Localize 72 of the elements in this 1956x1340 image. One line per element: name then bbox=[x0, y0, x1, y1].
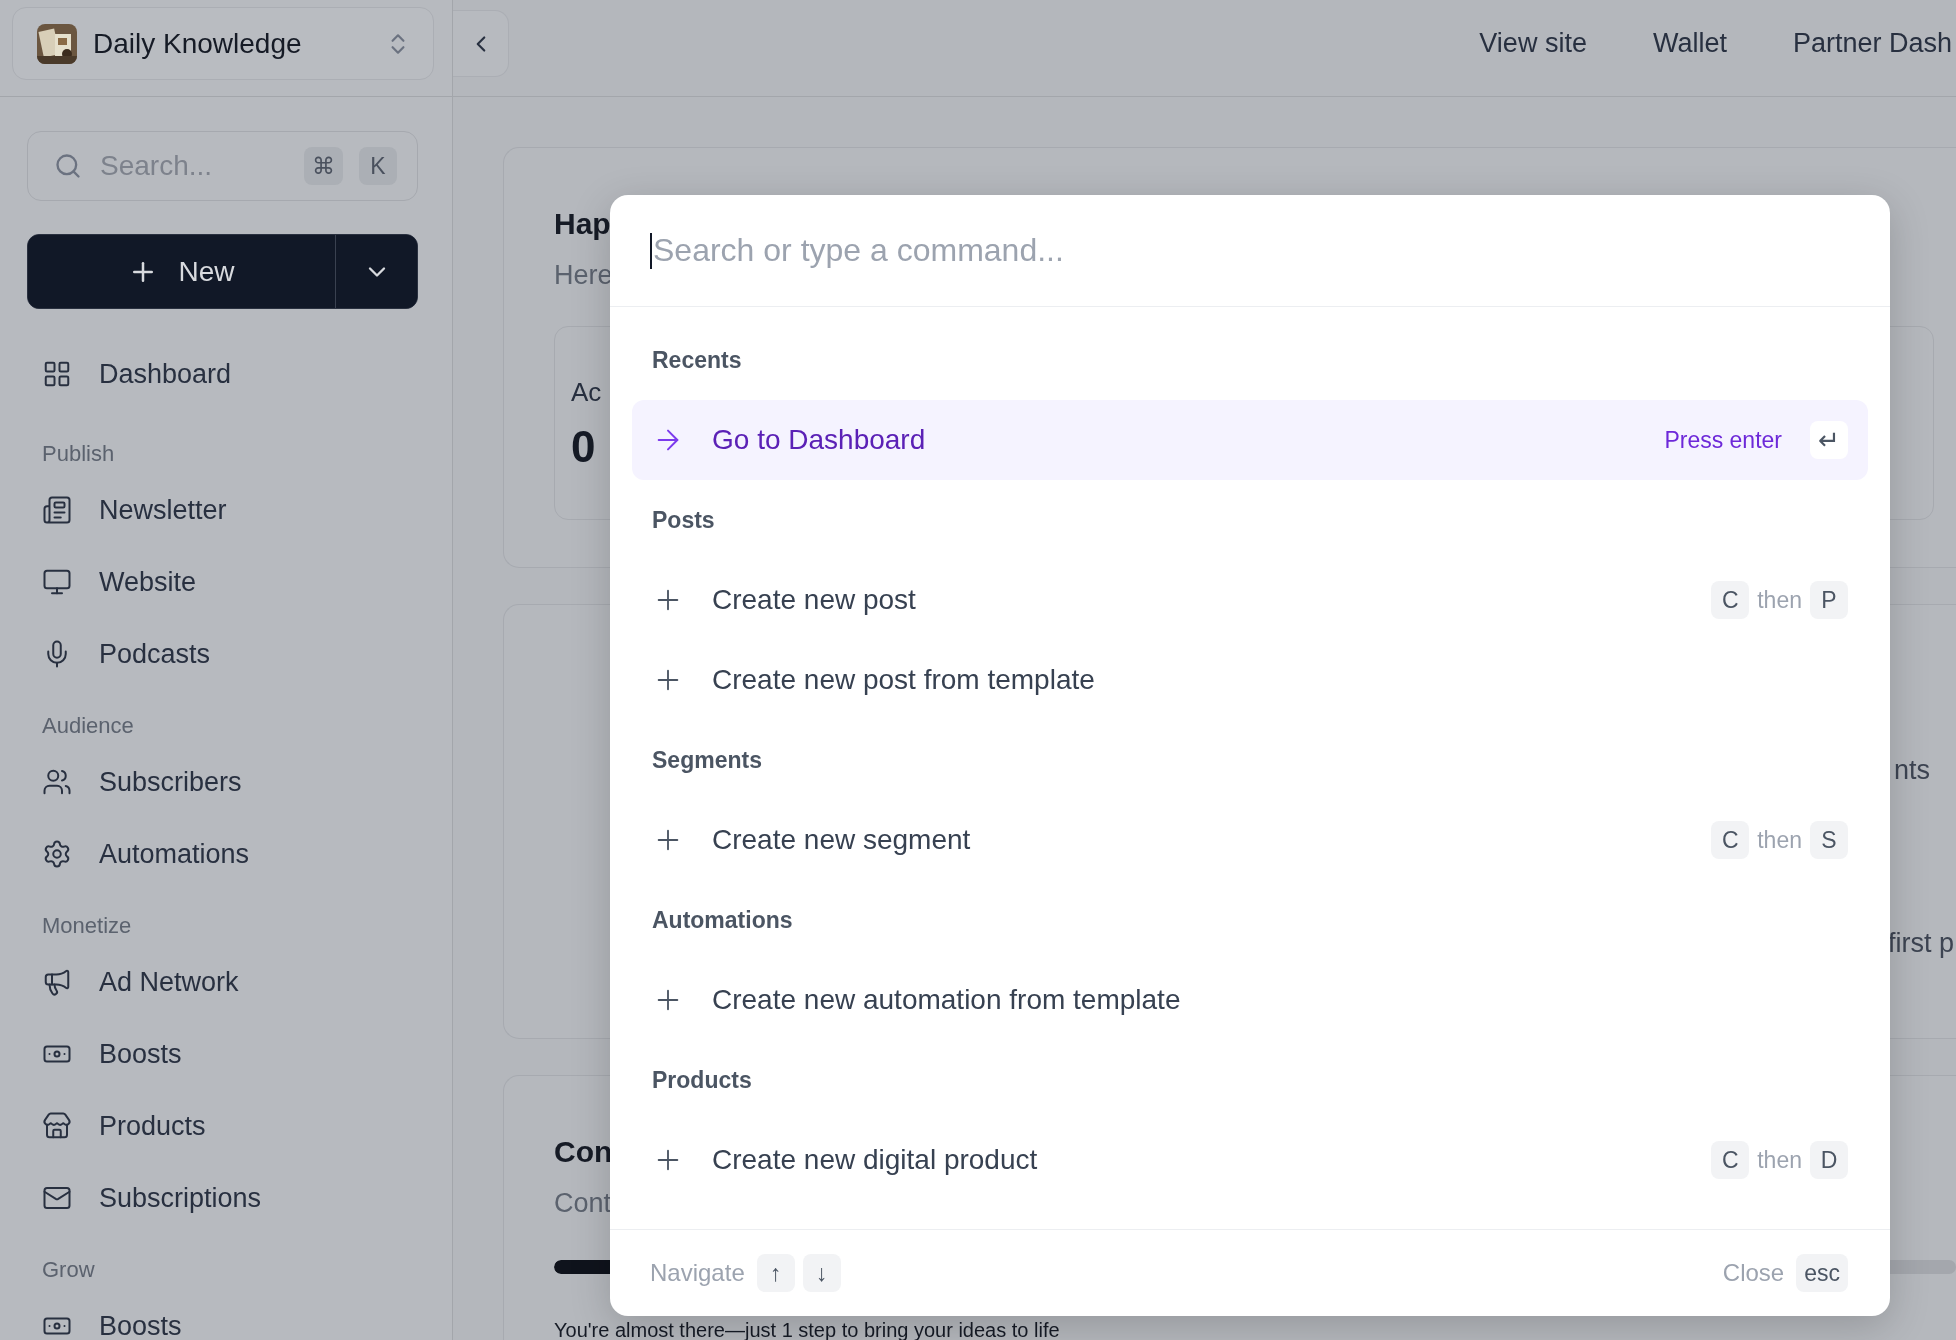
arrow-key: ↓ bbox=[802, 1254, 841, 1292]
shortcut-key: S bbox=[1810, 821, 1848, 859]
sidebar-item[interactable]: Newsletter bbox=[42, 474, 227, 546]
monitor-icon bbox=[42, 567, 72, 597]
megaphone-icon bbox=[42, 967, 72, 997]
arrow-key: ↑ bbox=[756, 1254, 795, 1292]
shortcut-key: P bbox=[1810, 581, 1848, 619]
command-label: Create new segment bbox=[712, 824, 972, 856]
command-item[interactable]: Go to Dashboard Press enter ↵ bbox=[632, 400, 1868, 480]
command-label: Create new digital product bbox=[712, 1144, 1039, 1176]
collapse-button[interactable] bbox=[453, 10, 509, 77]
workspace-name: Daily Knowledge bbox=[93, 27, 303, 60]
sidebar-item[interactable]: Products bbox=[42, 1090, 206, 1162]
command-label: Go to Dashboard bbox=[712, 424, 927, 456]
grid-icon bbox=[42, 359, 72, 389]
newspaper-icon bbox=[42, 495, 72, 525]
group-title: Automations bbox=[652, 906, 793, 934]
sidebar-item[interactable]: Automations bbox=[42, 818, 250, 890]
section-title: Audience bbox=[42, 712, 134, 740]
shortcut-separator: then bbox=[1757, 1146, 1802, 1174]
nav-link[interactable]: Wallet bbox=[1652, 28, 1727, 59]
group-title: Segments bbox=[652, 746, 762, 774]
sidebar-item[interactable]: Ad Network bbox=[42, 946, 239, 1018]
stat-value: 0 bbox=[571, 422, 596, 472]
enter-key: ↵ bbox=[1810, 421, 1848, 459]
card-subtitle: Cont bbox=[554, 1187, 612, 1220]
workspace-switcher[interactable]: Daily Knowledge bbox=[12, 7, 434, 80]
shortcut-key: D bbox=[1810, 1141, 1848, 1179]
sidebar-item[interactable]: Subscriptions bbox=[42, 1162, 262, 1234]
users-icon bbox=[42, 767, 72, 797]
group-title: Recents bbox=[652, 346, 742, 374]
sidebar-item[interactable]: Boosts bbox=[42, 1018, 182, 1090]
section-title: Publish bbox=[42, 440, 115, 468]
card-text: nts bbox=[1893, 755, 1930, 786]
command-label: Create new post from template bbox=[712, 664, 1096, 696]
section-title: Grow bbox=[42, 1256, 95, 1284]
shortcut-key: K bbox=[359, 147, 397, 185]
shortcut-separator: then bbox=[1757, 826, 1802, 854]
sidebar-item[interactable]: Podcasts bbox=[42, 618, 211, 690]
command-search-field[interactable]: Search or type a command... bbox=[610, 195, 1890, 307]
shortcut-key: ⌘ bbox=[304, 147, 343, 185]
escape-key: esc bbox=[1796, 1254, 1848, 1292]
card-title: Con bbox=[554, 1134, 613, 1170]
shortcut-key: C bbox=[1711, 1141, 1750, 1179]
command-hint: Press enter bbox=[1664, 426, 1782, 454]
group-title: Posts bbox=[652, 506, 715, 534]
dropdown-button[interactable] bbox=[335, 235, 417, 308]
shortcut-separator: then bbox=[1757, 586, 1802, 614]
search-field[interactable]: Search... ⌘ K bbox=[27, 131, 418, 201]
card-title: Hap bbox=[554, 206, 611, 242]
footer-label: Navigate bbox=[650, 1259, 745, 1287]
sidebar-item[interactable]: Website bbox=[42, 546, 197, 618]
card-subtitle: Here bbox=[554, 259, 613, 292]
sidebar-item[interactable]: Boosts bbox=[42, 1290, 182, 1340]
nav-link[interactable]: Partner Dash bbox=[1792, 28, 1952, 59]
search-icon bbox=[54, 152, 82, 180]
group-title: Products bbox=[652, 1066, 752, 1094]
search-input[interactable]: Search... bbox=[98, 149, 288, 183]
command-input[interactable]: Search or type a command... bbox=[652, 232, 1890, 269]
sidebar-item[interactable]: Dashboard bbox=[42, 338, 232, 410]
gear-icon bbox=[42, 839, 72, 869]
shortcut-key: C bbox=[1711, 581, 1750, 619]
section-title: Monetize bbox=[42, 912, 132, 940]
stat-label: Ac bbox=[571, 377, 602, 408]
card-text: first p bbox=[1888, 928, 1954, 959]
command-label: Create new automation from template bbox=[712, 984, 1182, 1016]
store-icon bbox=[42, 1111, 72, 1141]
sidebar-item[interactable]: Subscribers bbox=[42, 746, 242, 818]
nav-link[interactable]: View site bbox=[1479, 28, 1587, 59]
command-label: Create new post bbox=[712, 584, 917, 616]
shortcut-key: C bbox=[1711, 821, 1750, 859]
footer-label: Close bbox=[1722, 1259, 1785, 1287]
